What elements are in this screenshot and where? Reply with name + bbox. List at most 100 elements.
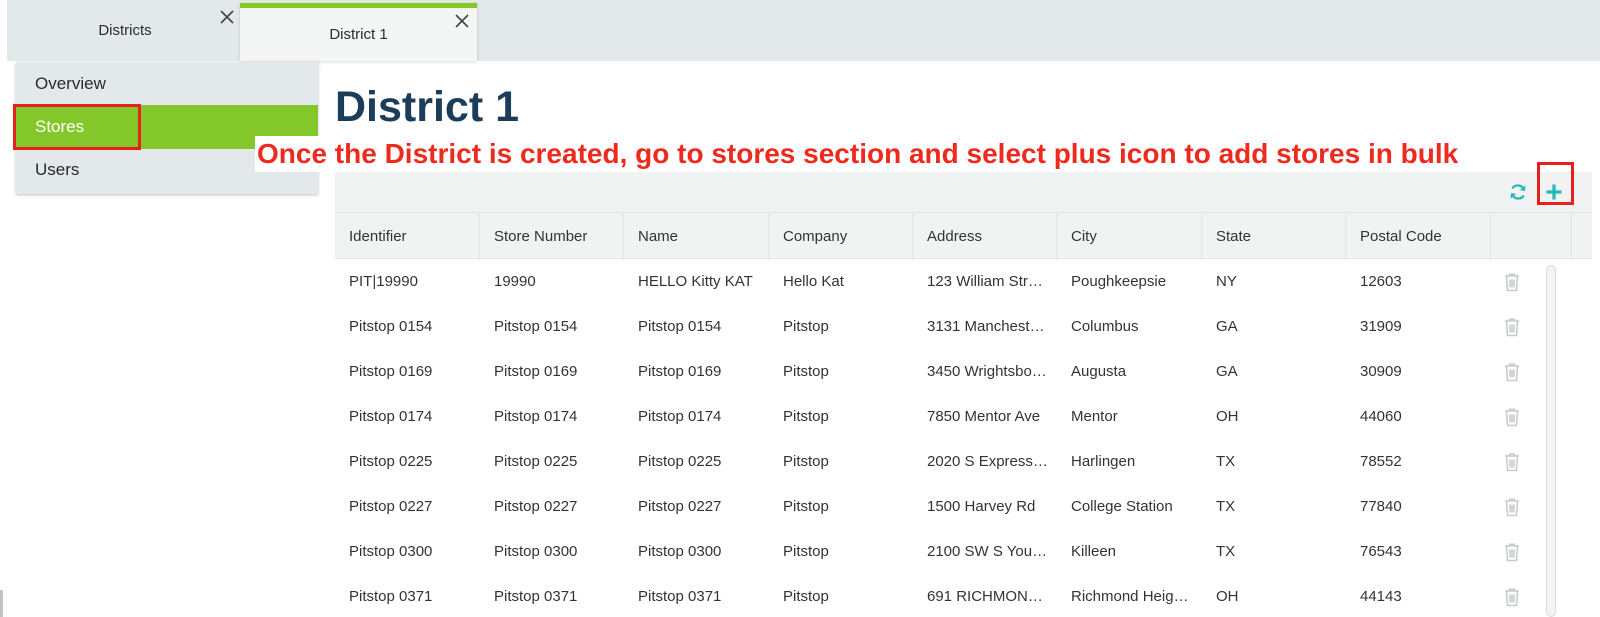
table-row[interactable]: Pitstop 0174 Pitstop 0174 Pitstop 0174 P… xyxy=(335,394,1575,439)
tab-bar: Districts District 1 xyxy=(7,0,1600,61)
cell-company: Hello Kat xyxy=(783,273,844,290)
cell-address: 2100 SW S You… xyxy=(927,543,1048,560)
cell-postal-code: 44060 xyxy=(1360,408,1402,425)
window-edge xyxy=(0,590,3,617)
table-row[interactable]: Pitstop 0371 Pitstop 0371 Pitstop 0371 P… xyxy=(335,574,1575,617)
cell-city: Killeen xyxy=(1071,543,1117,560)
cell-city: Mentor xyxy=(1071,408,1118,425)
column-header-actions xyxy=(1491,213,1572,260)
cell-city: Augusta xyxy=(1071,363,1127,380)
trash-icon[interactable] xyxy=(1503,362,1521,382)
refresh-button[interactable] xyxy=(1506,180,1530,204)
cell-store-number: Pitstop 0154 xyxy=(494,318,578,335)
instruction-annotation: Once the District is created, go to stor… xyxy=(255,136,1461,172)
refresh-icon xyxy=(1510,184,1526,200)
cell-state: TX xyxy=(1216,543,1236,560)
add-stores-button[interactable] xyxy=(1542,180,1566,204)
table-row[interactable]: PIT|19990 19990 HELLO Kitty KAT Hello Ka… xyxy=(335,259,1575,304)
cell-city: Richmond Heig… xyxy=(1071,588,1189,605)
plus-icon xyxy=(1546,184,1562,200)
cell-postal-code: 44143 xyxy=(1360,588,1402,605)
sidebar: Overview Stores Users xyxy=(16,62,318,194)
column-header-name[interactable]: Name xyxy=(624,213,769,260)
cell-company: Pitstop xyxy=(783,408,829,425)
trash-icon[interactable] xyxy=(1503,407,1521,427)
cell-identifier: Pitstop 0169 xyxy=(349,363,433,380)
cell-postal-code: 78552 xyxy=(1360,453,1402,470)
cell-state: OH xyxy=(1216,408,1239,425)
cell-name: HELLO Kitty KAT xyxy=(638,273,753,290)
cell-identifier: Pitstop 0371 xyxy=(349,588,433,605)
table-toolbar xyxy=(335,172,1592,212)
sidebar-item-label: Users xyxy=(35,160,80,179)
table-row[interactable]: Pitstop 0225 Pitstop 0225 Pitstop 0225 P… xyxy=(335,439,1575,484)
cell-address: 123 William Str… xyxy=(927,273,1043,290)
trash-icon[interactable] xyxy=(1503,497,1521,517)
tab-label: District 1 xyxy=(329,26,388,43)
cell-store-number: Pitstop 0174 xyxy=(494,408,578,425)
cell-identifier: Pitstop 0225 xyxy=(349,453,433,470)
cell-company: Pitstop xyxy=(783,588,829,605)
column-header-city[interactable]: City xyxy=(1057,213,1202,260)
cell-store-number: Pitstop 0169 xyxy=(494,363,578,380)
table-row[interactable]: Pitstop 0169 Pitstop 0169 Pitstop 0169 P… xyxy=(335,349,1575,394)
cell-name: Pitstop 0174 xyxy=(638,408,722,425)
tab-label: Districts xyxy=(98,22,152,39)
cell-state: GA xyxy=(1216,318,1238,335)
sidebar-item-label: Overview xyxy=(35,74,106,93)
table-header: Identifier Store Number Name Company Add… xyxy=(335,212,1592,260)
cell-state: OH xyxy=(1216,588,1239,605)
cell-address: 691 RICHMON… xyxy=(927,588,1043,605)
cell-identifier: Pitstop 0227 xyxy=(349,498,433,515)
trash-icon[interactable] xyxy=(1503,542,1521,562)
trash-icon[interactable] xyxy=(1503,452,1521,472)
column-header-identifier[interactable]: Identifier xyxy=(335,213,480,260)
cell-postal-code: 31909 xyxy=(1360,318,1402,335)
cell-identifier: PIT|19990 xyxy=(349,273,418,290)
trash-icon[interactable] xyxy=(1503,587,1521,607)
cell-state: TX xyxy=(1216,498,1236,515)
trash-icon[interactable] xyxy=(1503,272,1521,292)
cell-city: Columbus xyxy=(1071,318,1139,335)
cell-company: Pitstop xyxy=(783,543,829,560)
cell-store-number: Pitstop 0371 xyxy=(494,588,578,605)
cell-store-number: Pitstop 0227 xyxy=(494,498,578,515)
close-icon[interactable] xyxy=(453,12,471,30)
cell-address: 7850 Mentor Ave xyxy=(927,408,1041,425)
cell-identifier: Pitstop 0154 xyxy=(349,318,433,335)
tab-districts[interactable]: Districts xyxy=(7,0,243,61)
sidebar-item-overview[interactable]: Overview xyxy=(16,62,318,106)
cell-city: College Station xyxy=(1071,498,1173,515)
table-scrollbar[interactable] xyxy=(1546,265,1556,617)
cell-postal-code: 76543 xyxy=(1360,543,1402,560)
cell-identifier: Pitstop 0174 xyxy=(349,408,433,425)
cell-postal-code: 77840 xyxy=(1360,498,1402,515)
cell-address: 1500 Harvey Rd xyxy=(927,498,1036,515)
cell-state: GA xyxy=(1216,363,1238,380)
cell-name: Pitstop 0227 xyxy=(638,498,722,515)
column-header-address[interactable]: Address xyxy=(913,213,1057,260)
close-icon[interactable] xyxy=(218,8,236,26)
column-header-company[interactable]: Company xyxy=(769,213,913,260)
cell-name: Pitstop 0225 xyxy=(638,453,722,470)
cell-store-number: 19990 xyxy=(494,273,536,290)
cell-address: 2020 S Express… xyxy=(927,453,1048,470)
page-title: District 1 xyxy=(335,83,520,131)
tab-district-1[interactable]: District 1 xyxy=(240,3,477,61)
column-header-state[interactable]: State xyxy=(1202,213,1346,260)
column-header-store-number[interactable]: Store Number xyxy=(480,213,624,260)
cell-name: Pitstop 0371 xyxy=(638,588,722,605)
cell-name: Pitstop 0300 xyxy=(638,543,722,560)
cell-city: Poughkeepsie xyxy=(1071,273,1167,290)
cell-company: Pitstop xyxy=(783,453,829,470)
table-row[interactable]: Pitstop 0154 Pitstop 0154 Pitstop 0154 P… xyxy=(335,304,1575,349)
cell-store-number: Pitstop 0225 xyxy=(494,453,578,470)
table-row[interactable]: Pitstop 0300 Pitstop 0300 Pitstop 0300 P… xyxy=(335,529,1575,574)
cell-state: TX xyxy=(1216,453,1236,470)
column-header-postal-code[interactable]: Postal Code xyxy=(1346,213,1491,260)
cell-name: Pitstop 0169 xyxy=(638,363,722,380)
cell-postal-code: 30909 xyxy=(1360,363,1402,380)
cell-identifier: Pitstop 0300 xyxy=(349,543,433,560)
trash-icon[interactable] xyxy=(1503,317,1521,337)
table-row[interactable]: Pitstop 0227 Pitstop 0227 Pitstop 0227 P… xyxy=(335,484,1575,529)
